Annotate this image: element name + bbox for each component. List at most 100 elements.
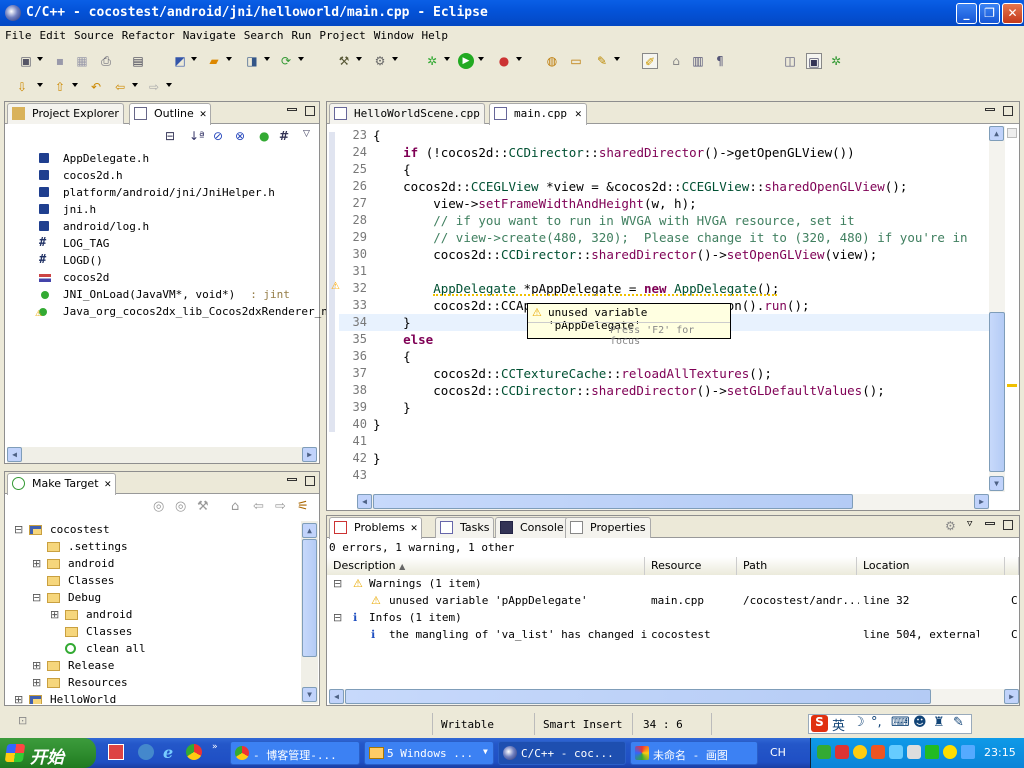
make-target-item[interactable]: .settings	[5, 538, 301, 555]
scroll-left-icon[interactable]: ◀	[357, 494, 372, 509]
hammer-icon[interactable]: ⚒	[336, 53, 352, 69]
close-icon[interactable]: ✕	[411, 521, 418, 534]
menu-search[interactable]: Search	[239, 26, 287, 42]
build-icon[interactable]: ▤	[130, 53, 146, 69]
code-line[interactable]: else	[373, 331, 433, 348]
minimize-button[interactable]: _	[956, 3, 977, 24]
editor-hscroll[interactable]: ◀ ▶	[357, 494, 989, 510]
refresh-icon[interactable]: ⟳	[278, 53, 294, 69]
scroll-right-icon[interactable]: ▶	[302, 447, 317, 462]
view-menu-icon[interactable]: ▽	[967, 519, 972, 529]
make-target-item[interactable]: ⊞ Release	[5, 657, 301, 674]
col-resource[interactable]: Resource	[645, 557, 737, 575]
col-path[interactable]: Path	[737, 557, 857, 575]
quicklaunch-media-icon[interactable]	[138, 744, 154, 760]
outline-item[interactable]: jni.h	[5, 201, 319, 218]
back-icon[interactable]: ⇦	[112, 79, 128, 95]
fast-view-icon[interactable]: ⊡	[18, 714, 27, 727]
taskbar-button-paint[interactable]: 未命名 - 画图	[630, 741, 758, 765]
new-folder-icon[interactable]: ▰	[206, 53, 222, 69]
keyboard-icon[interactable]: ⌨	[891, 715, 910, 730]
tab-helloworldscene-cpp[interactable]: HelloWorldScene.cpp	[329, 103, 485, 124]
outline-item[interactable]: # LOG_TAG	[5, 235, 319, 252]
ie-icon[interactable]: e	[163, 743, 173, 762]
expand-icon[interactable]: ⊞	[32, 674, 41, 691]
moon-icon[interactable]: ☽	[853, 715, 865, 730]
menu-file[interactable]: File	[0, 26, 35, 42]
open-perspective-icon[interactable]: ◫	[782, 53, 798, 69]
problems-group-row[interactable]: ⊟ ℹ Infos (1 item)	[327, 609, 1019, 626]
col-description[interactable]: Description ▲	[327, 557, 645, 575]
target-add-icon[interactable]: ◎	[153, 499, 164, 514]
minimize-view-icon[interactable]	[287, 108, 297, 111]
outline-item[interactable]: JNI_OnLoad(JavaVM*, void*) : jint	[5, 286, 319, 303]
scroll-left-icon[interactable]: ◀	[7, 447, 22, 462]
outline-item[interactable]: ⚠ Java_org_cocos2dx_lib_Cocos2dxRenderer_…	[5, 303, 348, 320]
tray-im-icon[interactable]	[853, 745, 867, 759]
scroll-right-icon[interactable]: ▶	[1004, 689, 1019, 704]
make-target-item[interactable]: ⊟ Debug	[5, 589, 301, 606]
code-line[interactable]: }	[373, 416, 381, 433]
new-icon[interactable]: ▣	[18, 53, 34, 69]
make-target-vscroll[interactable]: ▲ ▼	[301, 521, 318, 704]
make-target-item[interactable]: ⊟ cocostest	[5, 521, 301, 538]
next-annotation-icon[interactable]: ⇩	[14, 79, 30, 95]
whitespace-icon[interactable]: ¶	[712, 53, 728, 69]
taskbar-button-explorer[interactable]: 5 Windows ... ▼	[364, 741, 494, 765]
code-line[interactable]: // view->create(480, 320); Please change…	[373, 229, 967, 246]
code-line[interactable]: cocos2d::CCDirector::sharedDirector()->s…	[373, 382, 885, 399]
debug-perspective-icon[interactable]: ✲	[828, 53, 844, 69]
editor-vscroll[interactable]: ▲ ▼	[989, 126, 1005, 492]
close-icon[interactable]: ✕	[200, 107, 207, 120]
make-target-item[interactable]: ⊞ android	[5, 606, 301, 623]
tray-shield-icon[interactable]	[925, 745, 939, 759]
menu-help[interactable]: Help	[416, 26, 451, 42]
quicklaunch-desktop-icon[interactable]	[108, 744, 124, 760]
new-project-icon[interactable]: ◩	[172, 53, 188, 69]
menu-source[interactable]: Source	[69, 26, 117, 42]
maximize-view-icon[interactable]	[305, 106, 315, 116]
minimize-editor-icon[interactable]	[985, 108, 995, 111]
tab-problems[interactable]: Problems ✕	[329, 517, 423, 539]
maximize-editor-icon[interactable]	[1003, 106, 1013, 116]
code-line[interactable]: cocos2d::CCEGLView *view = &cocos2d::CCE…	[373, 178, 907, 195]
cpp-perspective-icon[interactable]: ▣	[806, 53, 822, 69]
code-line[interactable]: cocos2d::CCTextureCache::reloadAllTextur…	[373, 365, 772, 382]
collapse-icon[interactable]: ⊟	[14, 521, 23, 538]
expand-icon[interactable]: ⊞	[32, 555, 41, 572]
problems-row[interactable]: ℹ the mangling of 'va_list' has changed i…	[327, 626, 1019, 643]
view-menu-icon[interactable]: ▽	[303, 129, 310, 139]
quicklaunch-more-icon[interactable]: »	[212, 742, 217, 752]
warning-marker-icon[interactable]: ⚠	[331, 281, 343, 293]
close-icon[interactable]: ✕	[575, 107, 582, 120]
external-tools-icon[interactable]: ●	[496, 53, 512, 69]
search-icon[interactable]: ✎	[594, 53, 610, 69]
gear-icon[interactable]: ⚙	[945, 519, 956, 533]
hide-nonpublic-icon[interactable]: ●	[259, 129, 269, 143]
outline-item[interactable]: # LOGD()	[5, 252, 319, 269]
make-target-item[interactable]: ⊞ android	[5, 555, 301, 572]
ime-toolbar[interactable]: S 英 ☽ °, ⌨ ☻ ♜ ✎	[808, 714, 972, 734]
language-indicator[interactable]: CH	[770, 746, 786, 759]
save-icon[interactable]: ▪	[52, 53, 68, 69]
scroll-right-icon[interactable]: ▶	[974, 494, 989, 509]
taskbar-button-chrome[interactable]: - 博客管理-...	[230, 741, 360, 765]
menu-edit[interactable]: Edit	[35, 26, 70, 42]
maximize-button[interactable]: ❐	[979, 3, 1000, 24]
scroll-thumb[interactable]	[345, 689, 931, 704]
code-line[interactable]: {	[373, 348, 411, 365]
hide-macros-icon[interactable]: #	[279, 129, 289, 143]
shirt-icon[interactable]: ♜	[933, 715, 945, 730]
expand-icon[interactable]: ⊞	[32, 657, 41, 674]
tab-properties[interactable]: Properties	[565, 517, 651, 538]
highlight-icon[interactable]: ✐	[642, 53, 658, 69]
code-line[interactable]: if (!cocos2d::CCDirector::sharedDirector…	[373, 144, 855, 161]
menu-project[interactable]: Project	[314, 26, 368, 42]
user-icon[interactable]: ☻	[913, 715, 927, 730]
scroll-down-icon[interactable]: ▼	[302, 687, 317, 702]
make-target-item[interactable]: clean all	[5, 640, 301, 657]
tray-antivirus-icon[interactable]	[835, 745, 849, 759]
menu-run[interactable]: Run	[286, 26, 314, 42]
outline-item[interactable]: platform/android/jni/JniHelper.h	[5, 184, 319, 201]
hide-static-icon[interactable]: ⊗	[235, 129, 245, 143]
